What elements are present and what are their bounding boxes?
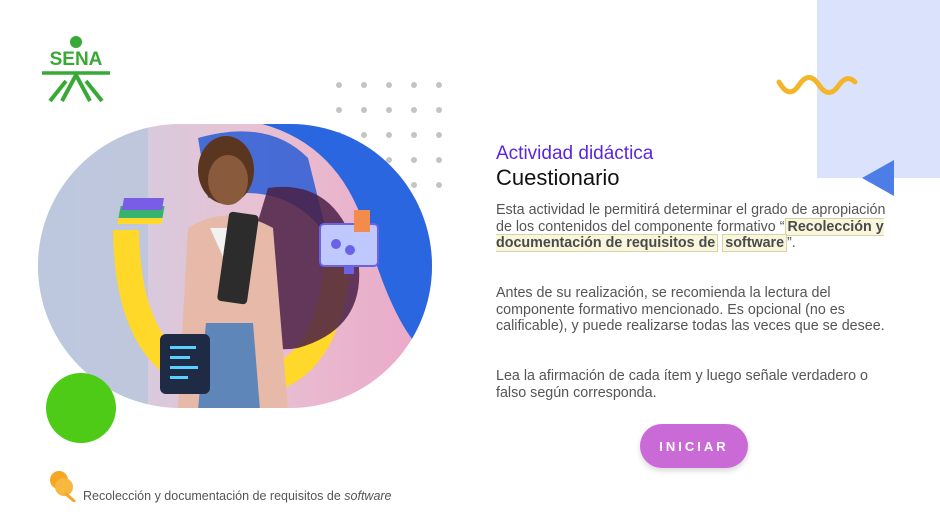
logo-text: SENA [50,49,103,70]
start-button[interactable]: INICIAR [640,424,748,468]
footer-component-name: Recolección y documentación de requisito… [83,489,392,503]
footer-text: Recolección y documentación de requisito… [83,489,345,503]
triangle-decoration [862,160,894,196]
pin-icon [50,471,76,502]
component-name-highlight-2: software [722,234,788,253]
hero-illustration [38,124,432,408]
activity-subtitle: Actividad didáctica [496,143,654,164]
sena-logo: SENA [40,35,112,103]
intro-close-quote: ”. [787,235,796,252]
instructions-paragraph: Lea la afirmación de cada ítem y luego s… [496,368,868,401]
recommendation-paragraph: Antes de su realización, se recomienda l… [496,285,885,335]
wave-decoration [776,75,858,95]
intro-paragraph: Esta actividad le permitirá determinar e… [496,202,886,253]
footer-emphasis: software [344,489,392,503]
green-circle-decoration [46,373,116,443]
activity-title: Cuestionario [496,165,620,190]
